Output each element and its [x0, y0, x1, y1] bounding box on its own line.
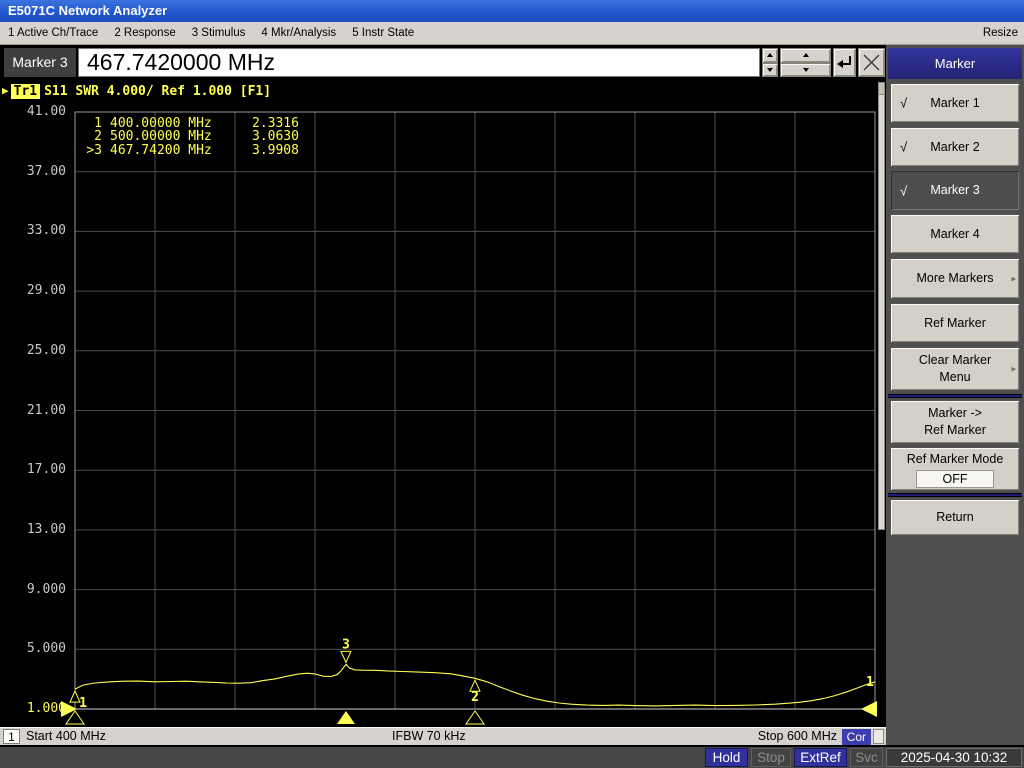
coarse-down-button[interactable]: [780, 63, 831, 78]
y-axis-tick: 37.00: [0, 164, 66, 179]
step-down-button[interactable]: [762, 63, 778, 78]
scrollbar-handle[interactable]: [879, 83, 884, 95]
softkey-marker-2[interactable]: √ Marker 2: [890, 127, 1020, 167]
swr-plot: 1 2 3 1: [0, 80, 886, 727]
marker-table-row: >3467.74200 MHz3.9908: [86, 144, 299, 157]
active-trace-arrow-icon: ▶: [2, 84, 9, 97]
check-icon: √: [900, 95, 907, 112]
channel-number: 1: [3, 729, 20, 744]
y-axis-tick: 41.00: [0, 104, 66, 119]
softkey-label: Ref Marker: [924, 315, 986, 332]
softkey-scrollbar[interactable]: [878, 82, 885, 530]
y-axis-tick: 17.00: [0, 462, 66, 477]
down-arrow-icon: [767, 68, 773, 72]
y-axis-tick: 1.000: [0, 701, 66, 716]
trace-header: ▶Tr1 S11 SWR 4.000/ Ref 1.000 [F1]: [2, 84, 271, 99]
softkey-menu: Marker √ Marker 1 √ Marker 2 √ Marker 3 …: [886, 45, 1024, 745]
datetime-display: 2025-04-30 10:32: [886, 748, 1022, 767]
fine-stepper: [762, 48, 778, 77]
marker-value-input[interactable]: 467.7420000 MHz: [78, 48, 760, 77]
coarse-up-button[interactable]: [780, 48, 831, 63]
svg-text:1: 1: [866, 675, 874, 690]
menu-bar: 1 Active Ch/Trace 2 Response 3 Stimulus …: [0, 22, 1024, 45]
step-up-button[interactable]: [762, 48, 778, 63]
submenu-arrow-icon: ▸: [1011, 361, 1016, 378]
ref-marker-mode-value: OFF: [916, 470, 994, 488]
menu-instr-state[interactable]: 5 Instr State: [352, 27, 414, 39]
softkey-ref-marker[interactable]: Ref Marker: [890, 303, 1020, 343]
resize-button[interactable]: Resize: [983, 27, 1018, 39]
softkey-clear-marker-menu[interactable]: Clear Marker Menu ▸: [890, 347, 1020, 391]
correction-badge: Cor: [842, 729, 871, 745]
window-title-bar: E5071C Network Analyzer: [0, 0, 1024, 22]
enter-button[interactable]: [833, 48, 856, 77]
check-icon: √: [900, 139, 907, 156]
stop-frequency: Stop 600 MHz: [758, 729, 837, 743]
y-axis-tick: 33.00: [0, 223, 66, 238]
y-axis-tick: 25.00: [0, 343, 66, 358]
menu-stimulus[interactable]: 3 Stimulus: [192, 27, 246, 39]
svg-text:3: 3: [342, 637, 350, 652]
y-axis-tick: 13.00: [0, 522, 66, 537]
softkey-label: Marker 3: [930, 182, 979, 199]
window-title: E5071C Network Analyzer: [8, 3, 167, 18]
start-frequency: Start 400 MHz: [26, 729, 106, 743]
statusbar-end-box: [873, 729, 884, 744]
up-arrow-icon: [803, 53, 809, 57]
softkey-label: Marker 1: [930, 95, 979, 112]
softkey-label: More Markers: [916, 270, 993, 287]
menu-response[interactable]: 2 Response: [114, 27, 175, 39]
svc-status: Svc: [850, 748, 883, 767]
stop-status: Stop: [751, 748, 791, 767]
chart-area: 1 2 3 1 ▶Tr1 S11 SWR 4.000/ Ref 1.000 [F1] 4…: [0, 80, 886, 727]
softkey-label: Marker 2: [930, 139, 979, 156]
softkey-label: Clear Marker Menu: [919, 352, 991, 386]
y-axis-tick: 29.00: [0, 283, 66, 298]
submenu-arrow-icon: ▸: [1011, 270, 1016, 287]
softkey-menu-title: Marker: [888, 48, 1022, 79]
svg-text:2: 2: [471, 690, 479, 705]
softkey-marker-to-ref-marker[interactable]: Marker -> Ref Marker: [890, 400, 1020, 444]
trace-name[interactable]: Tr1: [11, 84, 40, 99]
e5071c-screen: E5071C Network Analyzer 1 Active Ch/Trac…: [0, 0, 1024, 768]
extref-status: ExtRef: [794, 748, 847, 767]
softkey-ref-marker-mode[interactable]: Ref Marker Mode OFF: [890, 447, 1020, 491]
softkey-label: Marker -> Ref Marker: [924, 405, 986, 439]
marker-table-row: 2500.00000 MHz3.0630: [86, 130, 299, 143]
softkey-label: Return: [936, 509, 974, 526]
close-entry-button[interactable]: [858, 48, 885, 77]
trace-format-text: S11 SWR 4.000/ Ref 1.000 [F1]: [44, 84, 271, 99]
softkey-marker-4[interactable]: Marker 4: [890, 214, 1020, 254]
marker-table-row: 1400.00000 MHz2.3316: [86, 117, 299, 130]
softkey-separator: [888, 394, 1022, 398]
softkey-label: Marker 4: [930, 226, 979, 243]
down-arrow-icon: [803, 68, 809, 72]
svg-text:1: 1: [79, 696, 87, 711]
softkey-more-markers[interactable]: More Markers ▸: [890, 258, 1020, 299]
y-axis-tick: 9.000: [0, 582, 66, 597]
entry-label: Marker 3: [4, 48, 76, 77]
ifbw-value: IFBW 70 kHz: [392, 729, 466, 743]
softkey-label: Ref Marker Mode: [907, 451, 1004, 468]
enter-icon: [836, 54, 853, 71]
menu-mkr-analysis[interactable]: 4 Mkr/Analysis: [261, 27, 336, 39]
y-axis-tick: 5.000: [0, 641, 66, 656]
hold-status: Hold: [705, 748, 748, 767]
marker-table: 1400.00000 MHz2.3316 2500.00000 MHz3.063…: [86, 117, 299, 157]
channel-status-bar: 1 Start 400 MHz IFBW 70 kHz Stop 600 MHz…: [0, 727, 886, 745]
up-arrow-icon: [767, 53, 773, 57]
check-icon: √: [900, 182, 907, 199]
marker-entry-bar: Marker 3 467.7420000 MHz: [0, 45, 886, 80]
softkey-marker-1[interactable]: √ Marker 1: [890, 83, 1020, 123]
y-axis-tick: 21.00: [0, 403, 66, 418]
instrument-status-bar: Hold Stop ExtRef Svc 2025-04-30 10:32: [0, 745, 1024, 768]
coarse-stepper: [780, 48, 831, 77]
menu-active-ch-trace[interactable]: 1 Active Ch/Trace: [8, 27, 98, 39]
softkey-marker-3[interactable]: √ Marker 3: [890, 170, 1020, 211]
close-icon: [862, 53, 881, 72]
softkey-separator: [888, 493, 1022, 497]
softkey-return[interactable]: Return: [890, 499, 1020, 536]
